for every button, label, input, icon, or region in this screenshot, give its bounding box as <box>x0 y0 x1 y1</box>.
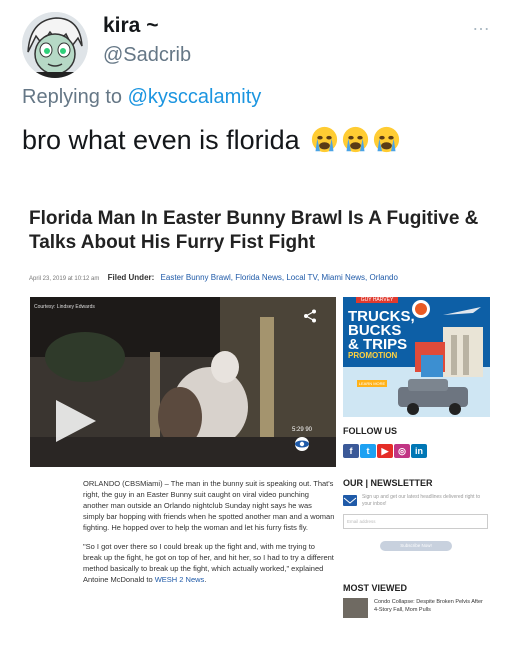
more-options-icon[interactable]: … <box>472 14 491 35</box>
subscribe-button[interactable]: Subscribe Now! <box>380 541 452 551</box>
play-icon[interactable] <box>52 398 98 449</box>
article-paragraph-1: ORLANDO (CBSMiami) – The man in the bunn… <box>83 479 335 532</box>
avatar[interactable] <box>22 12 88 78</box>
mail-icon <box>343 495 357 506</box>
twitter-icon[interactable]: t <box>360 444 376 458</box>
filed-under-label: Filed Under: <box>107 273 155 282</box>
user-handle[interactable]: @Sadcrib <box>103 44 191 67</box>
video-courtesy: Courtesy: Lindsey Edwards <box>34 304 95 310</box>
article-paragraph-2-text: "So I got over there so I could break up… <box>83 542 334 584</box>
most-viewed-item-title[interactable]: Condo Collapse: Despite Broken Pelvis Af… <box>374 598 489 614</box>
article-body: ORLANDO (CBSMiami) – The man in the bunn… <box>83 478 335 593</box>
article-meta: April 23, 2019 at 10:12 am Filed Under: … <box>29 273 398 282</box>
most-viewed-thumbnail[interactable] <box>343 598 368 618</box>
crying-face-icon <box>342 126 369 160</box>
display-name[interactable]: kira ~ <box>103 14 158 38</box>
cbs-logo-icon <box>294 436 310 452</box>
newsletter-heading: OUR | NEWSLETTER <box>343 478 433 488</box>
follow-us-heading: FOLLOW US <box>343 426 397 436</box>
tweet: kira ~ @Sadcrib … Replying to @kysccalam… <box>0 0 519 650</box>
social-links: f t ▶ ◎ in <box>343 441 428 459</box>
newsletter-description: Sign up and get our latest headlines del… <box>362 494 481 507</box>
facebook-icon[interactable]: f <box>343 444 359 458</box>
ad-promotion: PROMOTION <box>348 351 398 360</box>
linkedin-icon[interactable]: in <box>411 444 427 458</box>
replying-to-line: Replying to @kysccalamity <box>22 86 261 109</box>
crying-face-icon <box>373 126 400 160</box>
article-headline: Florida Man In Easter Bunny Brawl Is A F… <box>29 208 479 253</box>
ad-brand: GUY HARVEY <box>356 297 398 303</box>
share-icon[interactable] <box>303 309 317 328</box>
tweet-text-content: bro what even is florida <box>22 125 300 155</box>
ad-learn-more-button[interactable]: LEARN MORE <box>357 380 387 387</box>
article-tags: Easter Bunny Brawl, Florida News, Local … <box>160 273 398 282</box>
crying-face-icon <box>311 126 338 160</box>
article-paragraph-2: "So I got over there so I could break up… <box>83 541 335 585</box>
replying-to-label: Replying to <box>22 86 123 108</box>
video-timecode: 5:29 90 <box>292 427 313 433</box>
tweet-text: bro what even is florida <box>22 125 400 160</box>
most-viewed-heading: MOST VIEWED <box>343 583 408 593</box>
instagram-icon[interactable]: ◎ <box>394 444 410 458</box>
youtube-icon[interactable]: ▶ <box>377 444 393 458</box>
article-paragraph-2-end: . <box>204 575 207 584</box>
article-date: April 23, 2019 at 10:12 am <box>29 276 100 282</box>
replying-to-mention[interactable]: @kysccalamity <box>128 86 262 108</box>
email-field[interactable]: Email address <box>343 514 488 529</box>
wesh-news-link[interactable]: WESH 2 News <box>155 575 205 584</box>
ad-headline-3: & TRIPS <box>348 336 408 353</box>
